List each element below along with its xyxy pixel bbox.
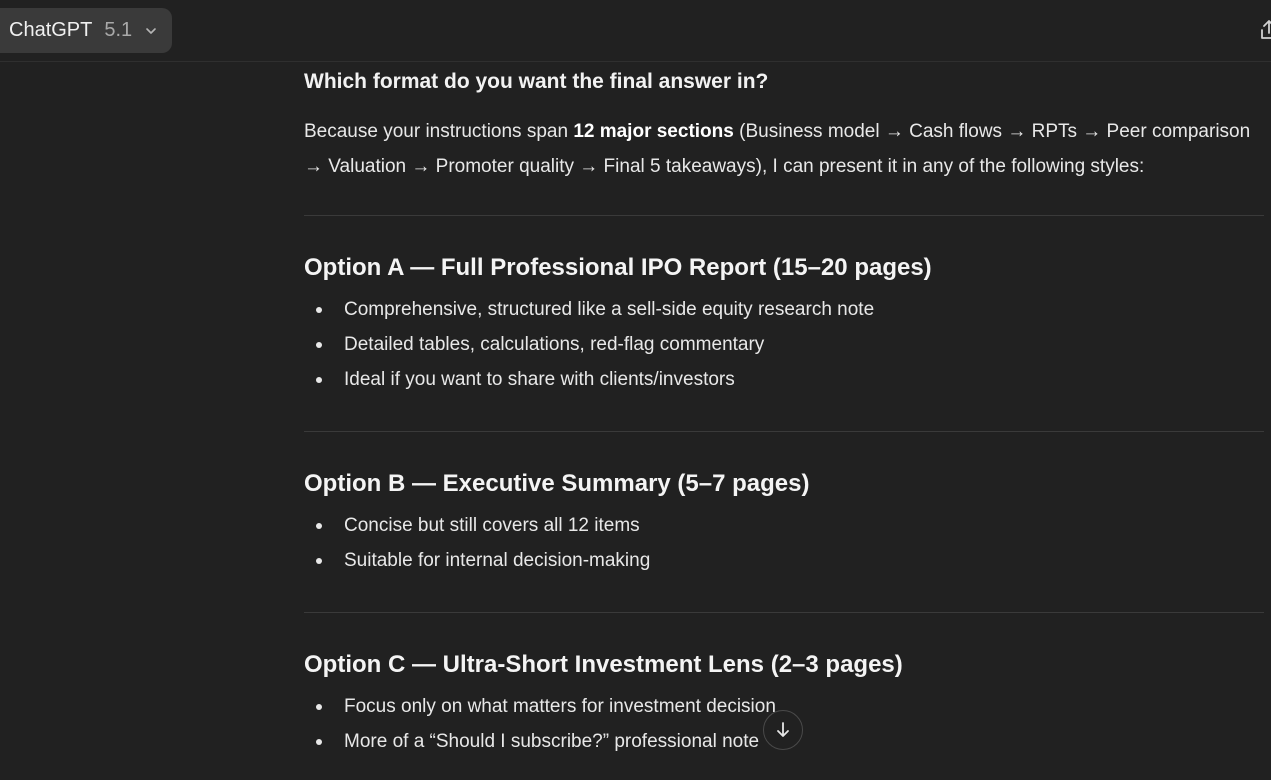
section-divider <box>304 431 1264 432</box>
option-b-title: Option B — Executive Summary (5–7 pages) <box>304 470 810 497</box>
list-item: Detailed tables, calculations, red-flag … <box>304 327 874 362</box>
list-item: Focus only on what matters for investmen… <box>304 689 776 724</box>
option-a-title: Option A — Full Professional IPO Report … <box>304 254 932 281</box>
arrow-down-icon <box>773 720 793 740</box>
intro-text-bold: 12 major sections <box>573 121 734 142</box>
list-item: Suitable for internal decision-making <box>304 543 650 578</box>
chevron-down-icon <box>144 24 158 38</box>
model-selector-button[interactable]: ChatGPT 5.1 <box>0 8 173 53</box>
section-divider <box>304 612 1264 613</box>
chat-app: ChatGPT 5.1 Which format do you want the… <box>0 0 1271 780</box>
option-c-bullets: Focus only on what matters for investmen… <box>304 689 776 759</box>
share-icon[interactable] <box>1259 18 1271 42</box>
intro-paragraph: Because your instructions span 12 major … <box>304 114 1264 184</box>
list-item: More of a “Should I subscribe?” professi… <box>304 724 776 759</box>
section-divider <box>304 215 1264 216</box>
intro-text-start: Because your instructions span <box>304 121 574 142</box>
model-version: 5.1 <box>104 19 133 41</box>
list-item: Ideal if you want to share with clients/… <box>304 362 874 397</box>
top-bar: ChatGPT 5.1 <box>0 0 1271 62</box>
option-b-bullets: Concise but still covers all 12 items Su… <box>304 508 650 578</box>
list-item: Comprehensive, structured like a sell-si… <box>304 292 874 327</box>
model-name: ChatGPT <box>9 19 93 41</box>
list-item: Concise but still covers all 12 items <box>304 508 650 543</box>
scroll-to-bottom-button[interactable] <box>763 710 803 750</box>
option-a-bullets: Comprehensive, structured like a sell-si… <box>304 292 874 397</box>
message-heading: Which format do you want the final answe… <box>304 70 769 93</box>
option-c-title: Option C — Ultra-Short Investment Lens (… <box>304 651 903 678</box>
